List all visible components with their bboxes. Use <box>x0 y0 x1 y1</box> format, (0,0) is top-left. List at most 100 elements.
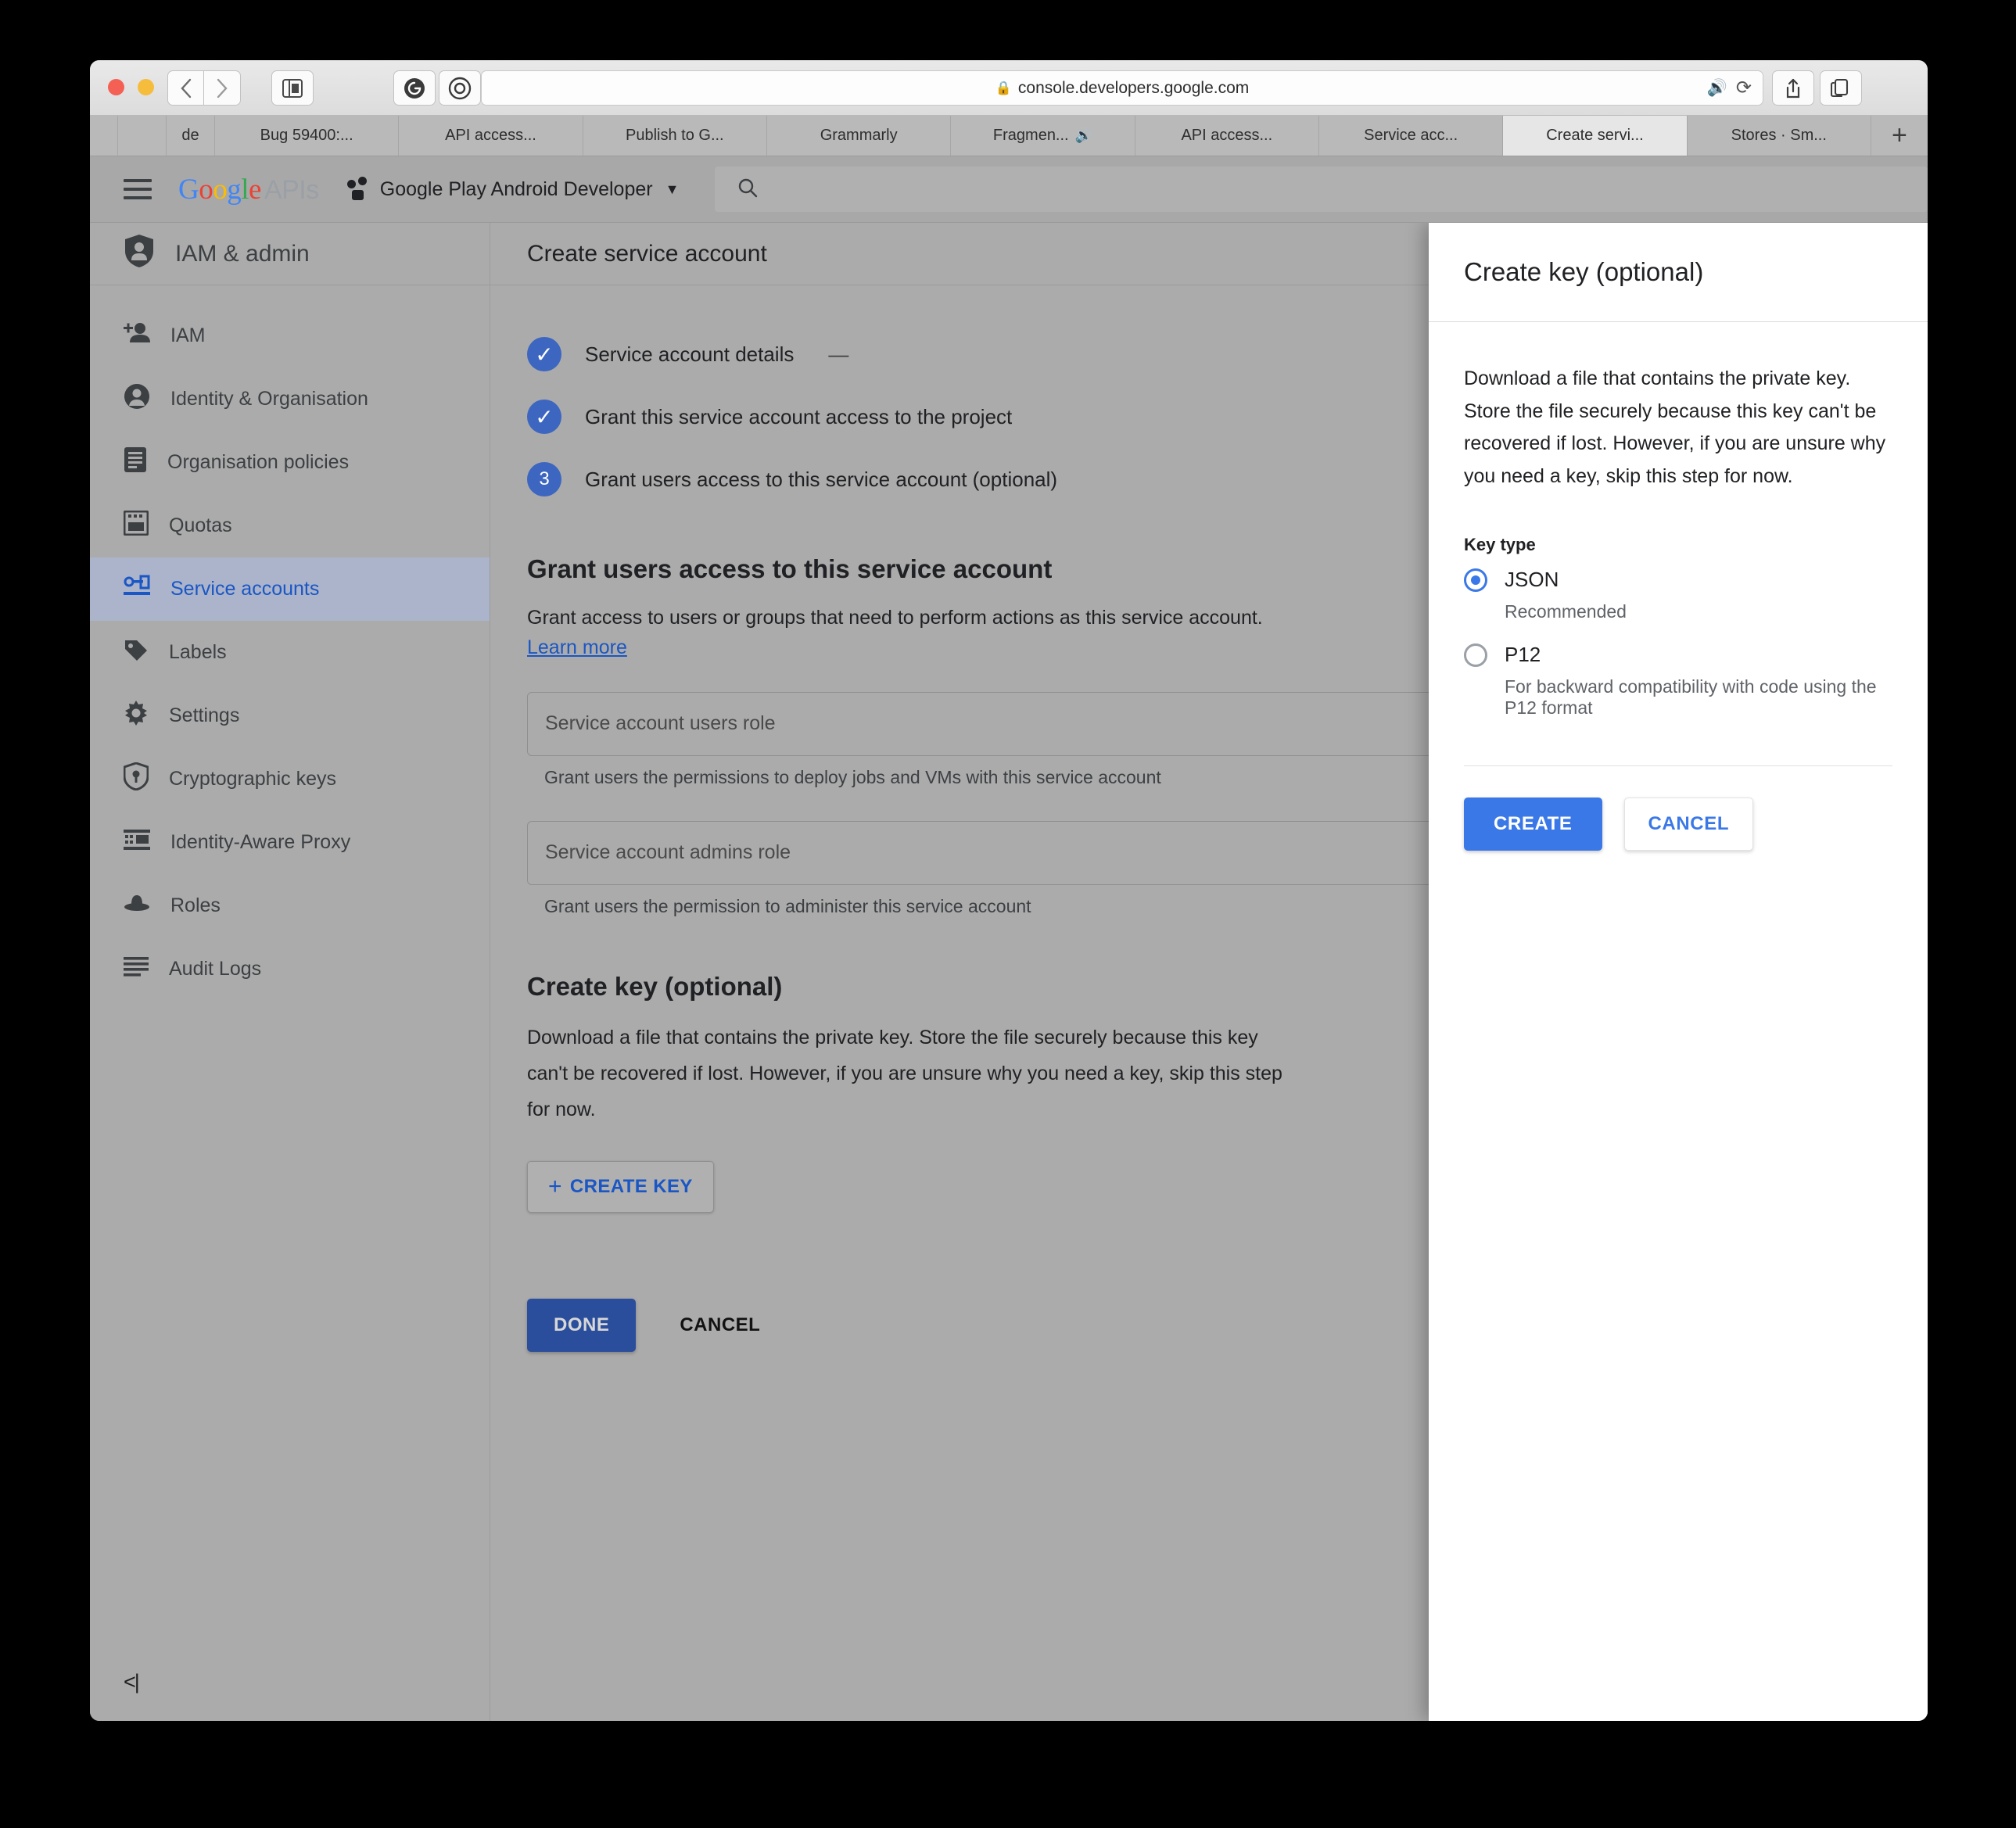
lock-icon: 🔒 <box>995 80 1012 95</box>
sidebar-item-label: Identity & Organisation <box>170 388 368 410</box>
sidebar-item-service-accounts[interactable]: Service accounts <box>90 557 490 621</box>
panel-create-button[interactable]: CREATE <box>1464 798 1602 851</box>
create-key-button-label: CREATE KEY <box>569 1175 693 1197</box>
tab-1[interactable]: Bug 59400:... <box>215 116 400 156</box>
person-add-icon <box>124 321 150 350</box>
sidebar-item-iam[interactable]: IAM <box>90 304 490 367</box>
tab-4[interactable]: Grammarly <box>766 116 952 156</box>
shield-key-icon <box>123 762 149 796</box>
hamburger-icon[interactable] <box>124 174 152 205</box>
tab-5[interactable]: Fragmen... 🔊 <box>951 116 1135 156</box>
sidebar-title-label: IAM & admin <box>175 240 310 267</box>
plus-icon: + <box>548 1173 562 1199</box>
tab-3[interactable]: Publish to G... <box>583 116 767 156</box>
service-account-users-role-input[interactable]: Service account users role <box>527 691 1450 756</box>
google-apis-logo[interactable]: Google APIs <box>178 173 319 206</box>
gear-icon <box>124 701 149 731</box>
create-key-button[interactable]: + CREATE KEY <box>527 1160 714 1213</box>
tab-partial[interactable] <box>118 116 167 156</box>
sidebar: IAM & admin IAM Identity & Organisation <box>90 223 490 1721</box>
service-account-admins-role-input[interactable]: Service account admins role <box>527 820 1450 885</box>
sidebar-item-label: Identity-Aware Proxy <box>170 831 351 853</box>
sidebar-item-cryptographic-keys[interactable]: Cryptographic keys <box>90 747 490 811</box>
sidebar-toggle-icon[interactable] <box>271 70 314 106</box>
account-circle-icon <box>124 383 150 415</box>
sidebar-item-roles[interactable]: Roles <box>90 874 490 937</box>
step-suffix: — <box>828 342 849 366</box>
key-card-icon <box>124 575 150 604</box>
project-name: Google Play Android Developer <box>379 177 653 200</box>
address-bar[interactable]: 🔒 console.developers.google.com 🔊 ⟳ <box>481 70 1763 106</box>
tab-8[interactable]: Create servi... <box>1503 116 1688 156</box>
tab-label: Grammarly <box>820 127 898 144</box>
list-icon <box>124 956 149 982</box>
key-type-label: Key type <box>1464 535 1536 554</box>
close-window-button[interactable] <box>108 79 124 95</box>
label-icon <box>124 637 149 668</box>
grammarly-icon[interactable] <box>393 70 436 106</box>
share-icon[interactable] <box>1772 70 1814 106</box>
search-input[interactable] <box>715 167 1928 212</box>
step-number-badge: 3 <box>527 462 561 496</box>
panel-cancel-button[interactable]: CANCEL <box>1623 798 1754 851</box>
tab-label: Publish to G... <box>626 127 724 144</box>
done-button[interactable]: DONE <box>527 1298 637 1352</box>
sidebar-item-label: Quotas <box>169 514 232 536</box>
cancel-button[interactable]: CANCEL <box>680 1314 760 1336</box>
minimize-window-button[interactable] <box>138 79 154 95</box>
tab-label: Create servi... <box>1546 127 1644 144</box>
tab-label: API access... <box>1181 127 1273 144</box>
key-type-option-json[interactable]: JSON <box>1464 568 1892 592</box>
tab-0[interactable]: de <box>167 116 215 156</box>
speaker-icon[interactable]: 🔊 <box>1707 79 1727 98</box>
document-icon <box>124 446 147 479</box>
panel-description: Download a file that contains the privat… <box>1464 367 1886 487</box>
tab-9[interactable]: Stores · Sm... <box>1687 116 1871 156</box>
tab-strip-pad <box>90 116 118 156</box>
key-type-p12-label: P12 <box>1505 643 1541 666</box>
sidebar-item-label: Labels <box>169 641 227 663</box>
address-bar-icons: 🔊 ⟳ <box>1707 77 1752 99</box>
onepassword-icon[interactable] <box>439 70 481 106</box>
tab-6[interactable]: API access... <box>1135 116 1319 156</box>
key-type-option-p12[interactable]: P12 <box>1464 643 1892 667</box>
sidebar-item-identity-aware-proxy[interactable]: Identity-Aware Proxy <box>90 811 490 874</box>
sidebar-item-label: Service accounts <box>170 578 320 600</box>
learn-more-link[interactable]: Learn more <box>527 636 627 659</box>
search-icon <box>737 177 759 203</box>
back-button[interactable] <box>167 70 204 106</box>
sidebar-item-quotas[interactable]: Quotas <box>90 494 490 557</box>
browser-window: 🔒 console.developers.google.com 🔊 ⟳ de B… <box>90 60 1928 1721</box>
chevron-down-icon: ▼ <box>665 181 680 197</box>
sidebar-item-audit-logs[interactable]: Audit Logs <box>90 937 490 1001</box>
sidebar-title: IAM & admin <box>90 223 490 285</box>
apis-wordmark: APIs <box>264 174 319 205</box>
speaker-icon[interactable]: 🔊 <box>1075 127 1092 144</box>
tab-2[interactable]: API access... <box>399 116 583 156</box>
sidebar-item-label: Organisation policies <box>167 451 350 473</box>
new-tab-button[interactable]: + <box>1871 116 1928 156</box>
forward-button[interactable] <box>204 70 241 106</box>
main-content: Create service account Service account d… <box>490 223 1928 1721</box>
project-selector[interactable]: Google Play Android Developer ▼ <box>346 177 680 201</box>
reload-icon[interactable]: ⟳ <box>1736 77 1752 99</box>
sidebar-item-label: Audit Logs <box>169 958 262 980</box>
radio-unselected-icon[interactable] <box>1464 643 1487 667</box>
proxy-icon <box>124 828 150 857</box>
sidebar-item-settings[interactable]: Settings <box>90 684 490 747</box>
create-key-panel: Create key (optional) Download a file th… <box>1429 223 1928 1721</box>
collapse-left-icon[interactable]: <| <box>124 1670 140 1694</box>
sidebar-item-labels[interactable]: Labels <box>90 621 490 684</box>
radio-selected-icon[interactable] <box>1464 568 1487 592</box>
tab-overview-icon[interactable] <box>1820 70 1862 106</box>
tab-7[interactable]: Service acc... <box>1318 116 1504 156</box>
key-type-json-sub: Recommended <box>1505 601 1627 622</box>
sidebar-item-identity-organisation[interactable]: Identity & Organisation <box>90 367 490 431</box>
sidebar-item-organisation-policies[interactable]: Organisation policies <box>90 431 490 494</box>
panel-body: Download a file that contains the privat… <box>1429 322 1928 766</box>
sidebar-item-label: Roles <box>170 894 221 916</box>
quota-icon <box>123 510 149 541</box>
step-check-icon <box>527 400 561 434</box>
step-label: Grant this service account access to the… <box>585 404 1013 428</box>
url-text: console.developers.google.com <box>1017 78 1250 97</box>
